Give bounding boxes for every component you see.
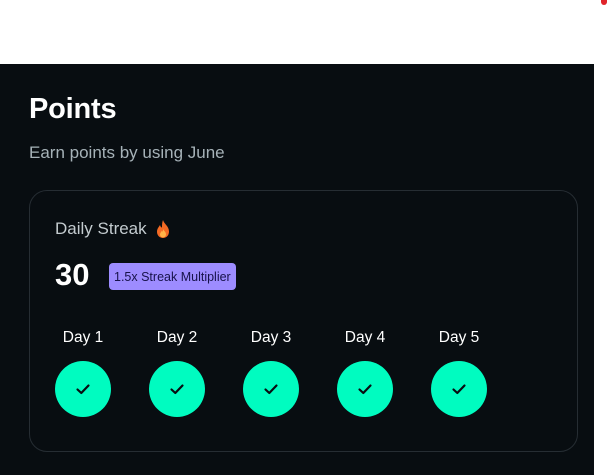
- notification-dot: [601, 0, 607, 5]
- day-label: Day 2: [156, 329, 198, 346]
- checkmark-icon: [358, 384, 372, 395]
- day-label: Day 4: [344, 329, 386, 346]
- day-complete-indicator: [55, 361, 111, 417]
- checkmark-icon: [170, 384, 184, 395]
- checkmark-icon: [452, 384, 466, 395]
- checkmark-icon: [264, 384, 278, 395]
- points-panel: Points Earn points by using June Daily S…: [0, 64, 594, 475]
- day-item: Day 1: [55, 328, 111, 417]
- page-subtitle: Earn points by using June: [29, 143, 225, 162]
- streak-days: Day 1 Day 2 Day 3 Day 4 Day 5: [55, 328, 487, 417]
- multiplier-badge: 1.5x Streak Multiplier: [109, 263, 236, 290]
- day-label: Day 1: [62, 329, 104, 346]
- fire-icon: [156, 220, 169, 238]
- day-label: Day 3: [250, 329, 292, 346]
- day-label: Day 5: [438, 329, 480, 346]
- daily-streak-card: Daily Streak 30 1.5x Streak Multiplier D…: [29, 190, 578, 452]
- day-item: Day 4: [337, 328, 393, 417]
- day-complete-indicator: [431, 361, 487, 417]
- page-title: Points: [29, 93, 117, 125]
- day-item: Day 3: [243, 328, 299, 417]
- streak-header: Daily Streak: [55, 219, 171, 239]
- day-item: Day 5: [431, 328, 487, 417]
- day-complete-indicator: [243, 361, 299, 417]
- checkmark-icon: [76, 384, 90, 395]
- day-item: Day 2: [149, 328, 205, 417]
- day-complete-indicator: [149, 361, 205, 417]
- day-complete-indicator: [337, 361, 393, 417]
- streak-label: Daily Streak: [55, 219, 147, 238]
- streak-count: 30: [55, 257, 90, 292]
